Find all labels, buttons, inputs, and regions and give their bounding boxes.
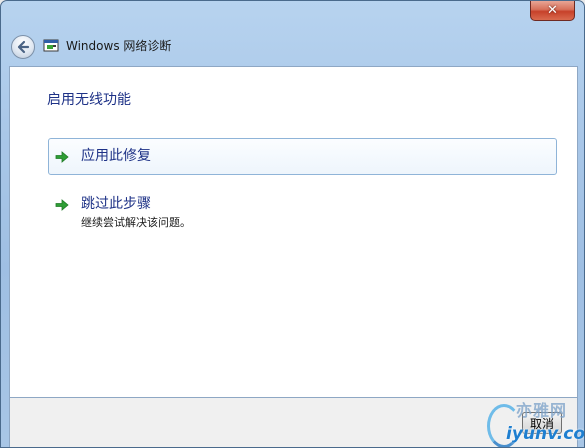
- back-arrow-icon: [17, 40, 30, 54]
- skip-step-description: 继续尝试解决该问题。: [81, 216, 191, 229]
- apply-fix-option[interactable]: 应用此修复: [48, 138, 557, 175]
- skip-step-option[interactable]: 跳过此步骤 继续尝试解决该问题。: [48, 190, 557, 234]
- dialog-window: ✕ Windows 网络诊断 启用无线功能 应用此修复 跳过此步骤 继续尝试解决…: [0, 0, 585, 448]
- page-heading: 启用无线功能: [47, 92, 131, 108]
- green-arrow-icon: [55, 199, 69, 211]
- network-diagnostics-icon: [43, 39, 59, 52]
- content-panel: 启用无线功能 应用此修复 跳过此步骤 继续尝试解决该问题。: [9, 66, 578, 398]
- green-arrow-icon: [55, 151, 69, 163]
- watermark-text: 亦雅网: [516, 401, 568, 420]
- watermark-logo: 亦雅网 iyunv.com: [479, 400, 585, 447]
- window-title: Windows 网络诊断: [66, 39, 172, 53]
- apply-fix-label: 应用此修复: [81, 148, 151, 164]
- skip-step-label: 跳过此步骤: [81, 196, 151, 212]
- close-icon: ✕: [547, 3, 558, 18]
- back-button[interactable]: [11, 35, 35, 59]
- watermark-url: iyunv.com: [506, 424, 585, 444]
- close-button[interactable]: ✕: [530, 1, 575, 21]
